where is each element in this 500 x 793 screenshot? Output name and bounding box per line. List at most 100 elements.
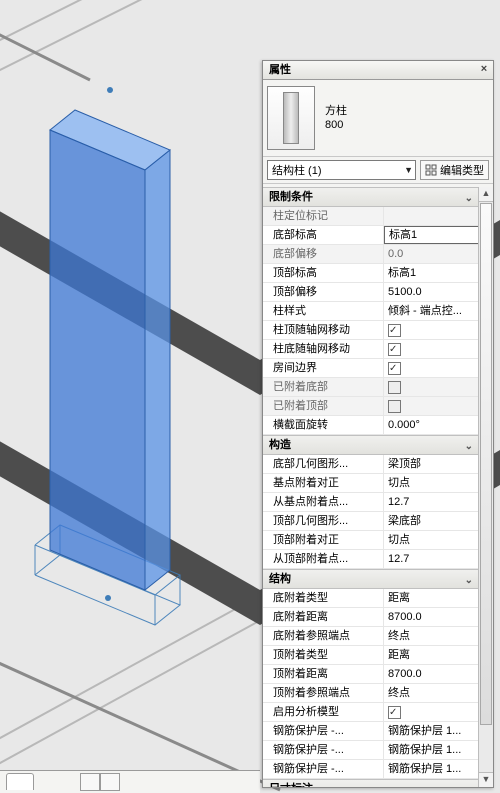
property-value[interactable]: 8700.0 — [384, 665, 479, 683]
property-value[interactable]: 钢筋保护层 1... — [384, 760, 479, 778]
property-name: 底部几何图形... — [263, 455, 384, 473]
property-name: 房间边界 — [263, 359, 384, 377]
property-value[interactable]: 距离 — [384, 646, 479, 664]
collapse-icon[interactable]: ⌄ — [465, 438, 473, 456]
property-value — [384, 378, 479, 396]
property-name: 启用分析模型 — [263, 703, 384, 721]
property-row[interactable]: 顶附着参照端点终点 — [263, 684, 479, 703]
scrollbar-thumb[interactable] — [480, 203, 492, 725]
property-value[interactable]: 标高1 — [384, 264, 479, 282]
property-row[interactable]: 钢筋保护层 -...钢筋保护层 1... — [263, 722, 479, 741]
property-row[interactable]: 从基点附着点...12.7 — [263, 493, 479, 512]
property-value[interactable]: 距离 — [384, 589, 479, 607]
group-header[interactable]: 尺寸标注⌄ — [263, 779, 479, 787]
property-row[interactable]: 启用分析模型 — [263, 703, 479, 722]
property-value — [384, 397, 479, 415]
property-name: 顶部偏移 — [263, 283, 384, 301]
property-name: 底部标高 — [263, 226, 384, 244]
property-value[interactable]: 切点 — [384, 474, 479, 492]
type-thumbnail — [267, 86, 315, 150]
property-value[interactable]: 钢筋保护层 1... — [384, 722, 479, 740]
scroll-down-icon[interactable]: ▼ — [479, 772, 493, 787]
panel-titlebar[interactable]: 属性 × — [263, 61, 493, 80]
edit-type-icon — [425, 164, 437, 176]
statusbar-btn-1[interactable] — [80, 773, 100, 791]
property-value[interactable]: 12.7 — [384, 550, 479, 568]
instance-selector-value: 结构柱 (1) — [272, 162, 322, 178]
property-value[interactable]: 梁底部 — [384, 512, 479, 530]
property-value[interactable]: 钢筋保护层 1... — [384, 741, 479, 759]
property-row[interactable]: 底部标高标高1 — [263, 226, 479, 245]
collapse-icon[interactable]: ⌄ — [465, 782, 473, 787]
property-value[interactable]: 切点 — [384, 531, 479, 549]
checkbox[interactable] — [388, 324, 401, 337]
property-row[interactable]: 房间边界 — [263, 359, 479, 378]
property-row[interactable]: 钢筋保护层 -...钢筋保护层 1... — [263, 741, 479, 760]
property-name: 顶附着距离 — [263, 665, 384, 683]
collapse-icon[interactable]: ⌄ — [465, 572, 473, 590]
property-value[interactable]: 倾斜 - 端点控... — [384, 302, 479, 320]
property-value — [384, 207, 479, 225]
property-name: 底附着类型 — [263, 589, 384, 607]
property-value[interactable] — [384, 321, 479, 339]
checkbox — [388, 400, 401, 413]
property-row: 已附着底部 — [263, 378, 479, 397]
property-name: 横截面旋转 — [263, 416, 384, 434]
property-value[interactable]: 终点 — [384, 684, 479, 702]
checkbox[interactable] — [388, 706, 401, 719]
instance-selector[interactable]: 结构柱 (1) ▼ — [267, 160, 416, 180]
property-row[interactable]: 底附着距离8700.0 — [263, 608, 479, 627]
collapse-icon[interactable]: ⌄ — [465, 190, 473, 208]
properties-panel: 属性 × 方柱 800 结构柱 (1) ▼ 编辑类型 限制条件⌄柱定位标记 — [262, 60, 494, 788]
group-header[interactable]: 结构⌄ — [263, 569, 479, 589]
checkbox[interactable] — [388, 362, 401, 375]
type-family: 方柱 — [325, 104, 347, 118]
property-row[interactable]: 底附着类型距离 — [263, 589, 479, 608]
property-value[interactable]: 8700.0 — [384, 608, 479, 626]
property-row[interactable]: 从顶部附着点...12.7 — [263, 550, 479, 569]
property-name: 柱定位标记 — [263, 207, 384, 225]
property-value[interactable]: 0.000° — [384, 416, 479, 434]
checkbox — [388, 381, 401, 394]
property-row[interactable]: 柱底随轴网移动 — [263, 340, 479, 359]
property-row[interactable]: 柱顶随轴网移动 — [263, 321, 479, 340]
property-row[interactable]: 底附着参照端点终点 — [263, 627, 479, 646]
edit-type-label: 编辑类型 — [440, 162, 484, 178]
statusbar-btn-2[interactable] — [100, 773, 120, 791]
property-name: 已附着顶部 — [263, 397, 384, 415]
property-name: 从基点附着点... — [263, 493, 384, 511]
property-grid[interactable]: 限制条件⌄柱定位标记底部标高标高1底部偏移0.0顶部标高标高1顶部偏移5100.… — [263, 187, 493, 787]
type-header[interactable]: 方柱 800 — [263, 80, 493, 157]
close-icon[interactable]: × — [477, 63, 491, 77]
property-value[interactable] — [384, 340, 479, 358]
property-row[interactable]: 底部几何图形...梁顶部 — [263, 455, 479, 474]
property-value[interactable] — [384, 703, 479, 721]
property-row[interactable]: 钢筋保护层 -...钢筋保护层 1... — [263, 760, 479, 779]
property-name: 顶部几何图形... — [263, 512, 384, 530]
property-row[interactable]: 柱样式倾斜 - 端点控... — [263, 302, 479, 321]
property-row[interactable]: 横截面旋转0.000° — [263, 416, 479, 435]
property-value[interactable] — [384, 359, 479, 377]
property-value[interactable]: 标高1 — [384, 226, 479, 244]
property-row[interactable]: 基点附着对正切点 — [263, 474, 479, 493]
property-name: 已附着底部 — [263, 378, 384, 396]
property-value[interactable]: 5100.0 — [384, 283, 479, 301]
group-header[interactable]: 构造⌄ — [263, 435, 479, 455]
checkbox[interactable] — [388, 343, 401, 356]
property-row[interactable]: 顶部几何图形...梁底部 — [263, 512, 479, 531]
property-row[interactable]: 顶部偏移5100.0 — [263, 283, 479, 302]
property-row[interactable]: 顶部标高标高1 — [263, 264, 479, 283]
edit-type-button[interactable]: 编辑类型 — [420, 160, 489, 180]
property-value[interactable]: 梁顶部 — [384, 455, 479, 473]
scroll-up-icon[interactable]: ▲ — [479, 187, 493, 202]
property-row[interactable]: 顶附着距离8700.0 — [263, 665, 479, 684]
property-row[interactable]: 顶部附着对正切点 — [263, 531, 479, 550]
group-header[interactable]: 限制条件⌄ — [263, 187, 479, 207]
view-tab[interactable] — [6, 773, 34, 790]
property-name: 从顶部附着点... — [263, 550, 384, 568]
property-row[interactable]: 顶附着类型距离 — [263, 646, 479, 665]
vertical-scrollbar[interactable]: ▲ ▼ — [478, 187, 493, 787]
property-value[interactable]: 12.7 — [384, 493, 479, 511]
property-value[interactable]: 终点 — [384, 627, 479, 645]
property-name: 钢筋保护层 -... — [263, 741, 384, 759]
